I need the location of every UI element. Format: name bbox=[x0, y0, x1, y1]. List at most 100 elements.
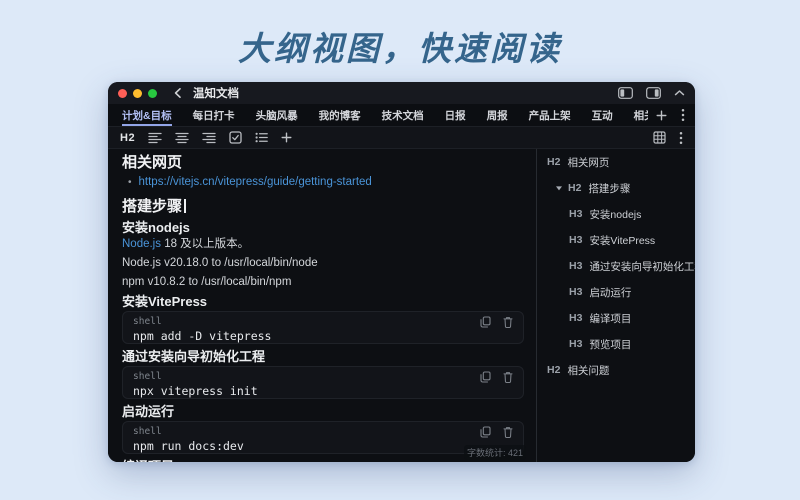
code-block[interactable]: shell npx vitepress init bbox=[122, 366, 524, 399]
outline-item-label: 相关网页 bbox=[567, 156, 610, 169]
code-text: npm run docs:dev bbox=[133, 439, 244, 453]
tab-item[interactable]: 头脑风暴 bbox=[256, 104, 298, 126]
doc-paragraph: Node.js v20.18.0 to /usr/local/bin/node bbox=[122, 256, 524, 271]
trash-icon[interactable] bbox=[503, 426, 513, 438]
outline-item-label: 启动运行 bbox=[589, 286, 632, 299]
doc-heading-h3: 通过安装向导初始化工程 bbox=[122, 348, 524, 366]
outline-item[interactable]: H3 预览项目 bbox=[537, 331, 695, 357]
code-text: npm add -D vitepress bbox=[133, 329, 272, 343]
code-block-actions bbox=[480, 425, 513, 438]
tabbar-actions bbox=[648, 104, 685, 126]
close-button[interactable] bbox=[118, 88, 127, 98]
outline-item[interactable]: H2 搭建步骤 bbox=[537, 175, 695, 201]
text-cursor bbox=[184, 199, 186, 213]
document-content[interactable]: 相关网页 • https://vitejs.cn/vitepress/guide/g… bbox=[108, 149, 536, 462]
content-area: 相关网页 • https://vitejs.cn/vitepress/guide/g… bbox=[108, 149, 695, 462]
outline-item[interactable]: H2 相关网页 bbox=[537, 149, 695, 175]
tab-item[interactable]: 产品上架 bbox=[529, 104, 571, 126]
code-language-label: shell bbox=[133, 371, 162, 382]
code-language-label: shell bbox=[133, 426, 162, 437]
tab-item[interactable]: 计划&目标 bbox=[122, 104, 172, 126]
code-block[interactable]: shell npm add -D vitepress bbox=[122, 311, 524, 344]
code-block-actions bbox=[480, 370, 513, 383]
copy-icon[interactable] bbox=[480, 315, 491, 328]
zoom-button[interactable] bbox=[148, 88, 157, 98]
bullet-icon: • bbox=[128, 177, 132, 188]
minimize-button[interactable] bbox=[133, 88, 142, 98]
outline-item-label: 安装VitePress bbox=[589, 234, 656, 247]
page-background: 大纲视图，快速阅读 温知文档 计划&目标 每日打卡 头脑风暴 我的博客 技术文档 日报 周报… bbox=[0, 0, 800, 500]
outline-item-label: 相关问题 bbox=[567, 364, 610, 377]
tab-item[interactable]: 日报 bbox=[445, 104, 466, 126]
kebab-icon[interactable] bbox=[681, 108, 685, 122]
table-icon[interactable] bbox=[653, 131, 666, 144]
chevron-up-icon[interactable] bbox=[674, 89, 685, 97]
panel-left-icon[interactable] bbox=[618, 87, 633, 99]
tab-item[interactable]: 每日打卡 bbox=[193, 104, 235, 126]
tab-list: 计划&目标每日打卡头脑风暴我的博客技术文档日报周报产品上架互动相关产品用户反馈 bbox=[122, 104, 648, 126]
doc-heading-text: 相关网页 bbox=[122, 154, 183, 171]
align-center-icon[interactable] bbox=[175, 132, 189, 144]
doc-text: Node.js v20.18.0 to /usr/local/bin/node bbox=[122, 257, 318, 269]
outline-item[interactable]: H3 安装VitePress bbox=[537, 227, 695, 253]
tab-item[interactable]: 技术文档 bbox=[382, 104, 424, 126]
outline-item[interactable]: H3 启动运行 bbox=[537, 279, 695, 305]
outline-item[interactable]: H3 编译项目 bbox=[537, 305, 695, 331]
align-right-icon[interactable] bbox=[202, 132, 216, 144]
doc-heading-h2: 搭建步骤 bbox=[122, 197, 524, 217]
tab-item[interactable]: 周报 bbox=[487, 104, 508, 126]
doc-text: 18 及以上版本。 bbox=[161, 238, 250, 250]
heading-level-button[interactable]: H2 bbox=[120, 132, 135, 144]
outline-item-label: 通过安装向导初始化工程 bbox=[589, 260, 695, 273]
plus-icon[interactable] bbox=[656, 110, 667, 121]
code-block-actions bbox=[480, 315, 513, 328]
outline-level-badge: H3 bbox=[569, 260, 583, 272]
trash-icon[interactable] bbox=[503, 371, 513, 383]
back-button[interactable] bbox=[173, 87, 183, 99]
doc-heading-text: 安装VitePress bbox=[122, 294, 208, 309]
titlebar: 温知文档 bbox=[108, 82, 695, 104]
checkbox-icon[interactable] bbox=[229, 131, 242, 144]
tab-item[interactable]: 相关产品 bbox=[634, 104, 648, 126]
app-window: 温知文档 计划&目标每日打卡头脑风暴我的博客技术文档日报周报产品上架互动 相关产品… bbox=[108, 82, 695, 462]
outline-level-badge: H3 bbox=[569, 286, 583, 298]
doc-text: npm v10.8.2 to /usr/local/bin/npm bbox=[122, 276, 292, 288]
outline-level-badge: H3 bbox=[569, 208, 583, 220]
plus-icon[interactable] bbox=[281, 132, 292, 143]
tab-item[interactable]: 互动 bbox=[592, 104, 613, 126]
outline-level-badge: H2 bbox=[547, 156, 561, 168]
copy-icon[interactable] bbox=[480, 370, 491, 383]
outline-item[interactable]: H2 相关问题 bbox=[537, 357, 695, 383]
align-left-icon[interactable] bbox=[148, 132, 162, 144]
triangle-down-icon[interactable] bbox=[555, 184, 563, 192]
toolbar-left-group: H2 bbox=[120, 131, 292, 144]
trash-icon[interactable] bbox=[503, 316, 513, 328]
doc-heading-text: 编译项目 bbox=[122, 459, 174, 462]
chevron-left-icon bbox=[173, 87, 183, 99]
list-icon[interactable] bbox=[255, 132, 268, 143]
panel-right-icon[interactable] bbox=[646, 87, 661, 99]
kebab-icon[interactable] bbox=[679, 131, 683, 145]
copy-icon[interactable] bbox=[480, 425, 491, 438]
word-count: 字数统计: 421 bbox=[463, 445, 526, 460]
doc-hyperlink[interactable]: Node.js bbox=[122, 238, 161, 250]
outline-level-badge: H2 bbox=[547, 364, 561, 376]
doc-paragraph: npm v10.8.2 to /usr/local/bin/npm bbox=[122, 275, 524, 290]
outline-level-badge: H3 bbox=[569, 338, 583, 350]
page-headline: 大纲视图，快速阅读 bbox=[238, 29, 562, 68]
code-block-header: shell bbox=[133, 425, 513, 438]
code-text: npx vitepress init bbox=[133, 384, 258, 398]
doc-heading-text: 安装nodejs bbox=[122, 220, 190, 235]
window-title: 温知文档 bbox=[193, 88, 239, 100]
doc-heading-h3: 启动运行 bbox=[122, 403, 524, 421]
outline-level-badge: H2 bbox=[568, 182, 582, 194]
tab-item[interactable]: 我的博客 bbox=[319, 104, 361, 126]
outline-item[interactable]: H3 通过安装向导初始化工程 bbox=[537, 253, 695, 279]
outline-item-label: 预览项目 bbox=[589, 338, 632, 351]
doc-hyperlink[interactable]: https://vitejs.cn/vitepress/guide/gettin… bbox=[139, 175, 372, 190]
document-blocks: 相关网页 • https://vitejs.cn/vitepress/guide/g… bbox=[122, 153, 524, 462]
outline-item[interactable]: H3 安装nodejs bbox=[537, 201, 695, 227]
doc-heading-text: 通过安装向导初始化工程 bbox=[122, 349, 266, 364]
doc-heading-text: 启动运行 bbox=[122, 404, 175, 419]
outline-level-badge: H3 bbox=[569, 234, 583, 246]
